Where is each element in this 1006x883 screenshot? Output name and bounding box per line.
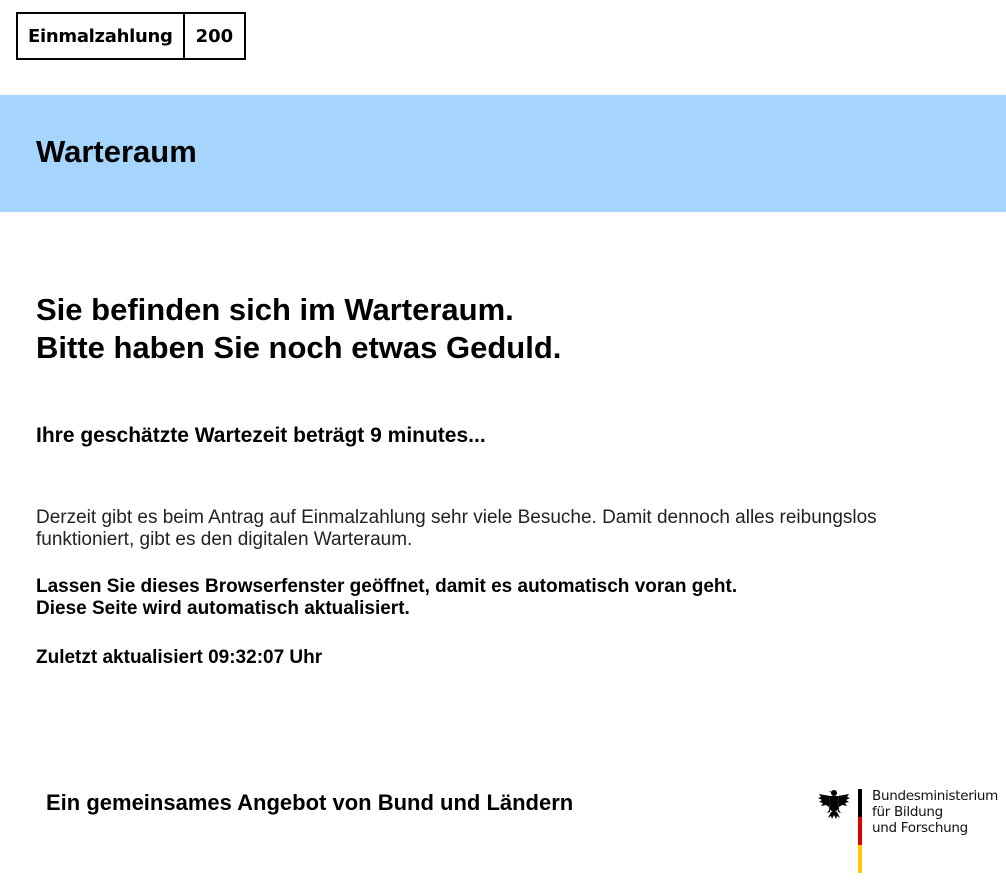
page-title: Warteraum xyxy=(36,134,197,169)
last-updated: Zuletzt aktualisiert 09:32:07 Uhr xyxy=(36,647,323,668)
logo-name: Einmalzahlung xyxy=(18,14,185,58)
footer-text: Ein gemeinsames Angebot von Bund und Län… xyxy=(46,790,574,815)
headline-line-1: Sie befinden sich im Warteraum. xyxy=(36,292,514,327)
german-flag-stripe xyxy=(858,789,862,873)
federal-eagle-icon xyxy=(818,790,850,819)
info-text: Derzeit gibt es beim Antrag auf Einmalza… xyxy=(36,507,877,550)
ministry-name: Bundesministerium für Bildung und Forsch… xyxy=(872,788,998,836)
ministry-line-1: Bundesministerium xyxy=(872,788,999,804)
notice-line-2: Diese Seite wird automatisch aktualisier… xyxy=(36,598,410,619)
einmalzahlung-logo[interactable]: Einmalzahlung 200 xyxy=(16,12,247,60)
bmbf-logo[interactable]: Bundesministerium für Bildung und Forsch… xyxy=(815,785,1000,877)
headline-line-2: Bitte haben Sie noch etwas Geduld. xyxy=(36,330,562,365)
ministry-line-3: und Forschung xyxy=(872,820,968,836)
estimated-wait-time: Ihre geschätzte Wartezeit beträgt 9 minu… xyxy=(36,424,486,447)
notice-text: Lassen Sie dieses Browserfenster geöffne… xyxy=(36,576,737,620)
notice-line-1: Lassen Sie dieses Browserfenster geöffne… xyxy=(36,576,738,597)
logo-number: 200 xyxy=(195,25,234,47)
ministry-line-2: für Bildung xyxy=(872,804,943,820)
waiting-room-headline: Sie befinden sich im Warteraum. Bitte ha… xyxy=(36,291,561,367)
